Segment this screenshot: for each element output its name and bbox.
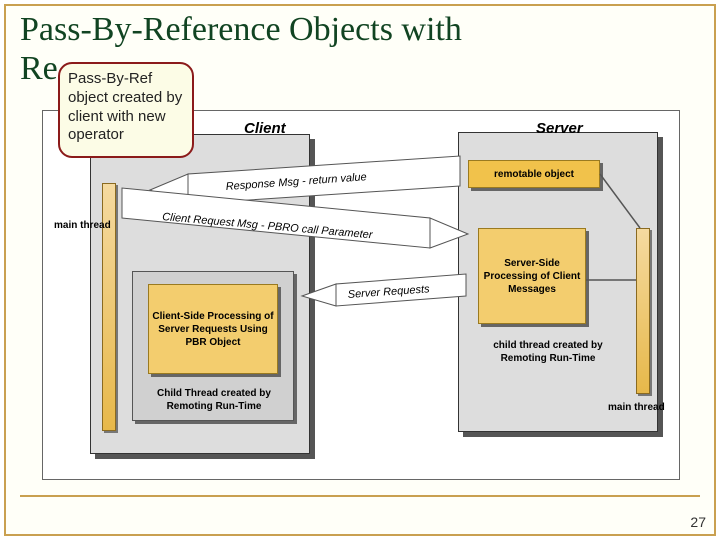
remotable-object-text: remotable object: [494, 168, 574, 181]
title-line2: Re: [20, 50, 58, 87]
page-number: 27: [690, 514, 706, 530]
server-side-panel-text: Server-Side Processing of Client Message…: [481, 257, 583, 296]
client-label: Client: [244, 120, 286, 137]
main-thread-right-label: main thread: [608, 402, 665, 415]
child-thread-client-label: Child Thread created by Remoting Run-Tim…: [140, 388, 288, 413]
server-label: Server: [536, 120, 583, 137]
child-thread-server-label: child thread created by Remoting Run-Tim…: [478, 340, 618, 365]
server-side-panel: Server-Side Processing of Client Message…: [478, 228, 586, 324]
server-main-thread-bar: [636, 228, 650, 394]
callout-bubble: Pass-By-Ref object created by client wit…: [58, 62, 194, 158]
divider: [20, 495, 700, 497]
main-thread-left-label: main thread: [54, 220, 111, 233]
remotable-object-panel: remotable object: [468, 160, 600, 188]
client-side-panel: Client-Side Processing of Server Request…: [148, 284, 278, 374]
title-line1: Pass-By-Reference Objects with: [20, 11, 462, 48]
callout-text: Pass-By-Ref object created by client wit…: [68, 70, 182, 143]
client-side-panel-text: Client-Side Processing of Server Request…: [151, 310, 275, 349]
